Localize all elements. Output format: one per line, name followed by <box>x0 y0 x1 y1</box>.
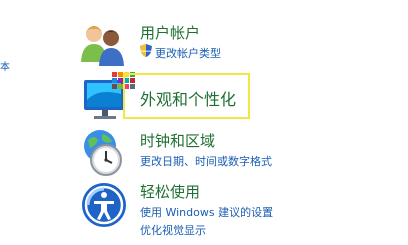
user-accounts-title[interactable]: 用户帐户 <box>140 22 200 43</box>
appearance-title[interactable]: 外观和个性化 <box>140 86 236 110</box>
change-date-time-format-link[interactable]: 更改日期、时间或数字格式 <box>140 153 272 169</box>
side-fragment-text: 本 <box>0 62 10 73</box>
users-icon <box>81 26 124 66</box>
clock-region-title[interactable]: 时钟和区域 <box>140 130 215 151</box>
change-account-type-link[interactable]: 更改帐户类型 <box>155 45 221 61</box>
ease-of-access-icon <box>82 183 126 227</box>
ease-of-access-title[interactable]: 轻松使用 <box>140 181 200 202</box>
clock-globe-icon <box>84 130 122 176</box>
uac-shield-icon <box>140 44 152 57</box>
optimize-visual-display-link[interactable]: 优化视觉显示 <box>140 222 206 238</box>
recommended-settings-link[interactable]: 使用 Windows 建议的设置 <box>140 204 273 220</box>
